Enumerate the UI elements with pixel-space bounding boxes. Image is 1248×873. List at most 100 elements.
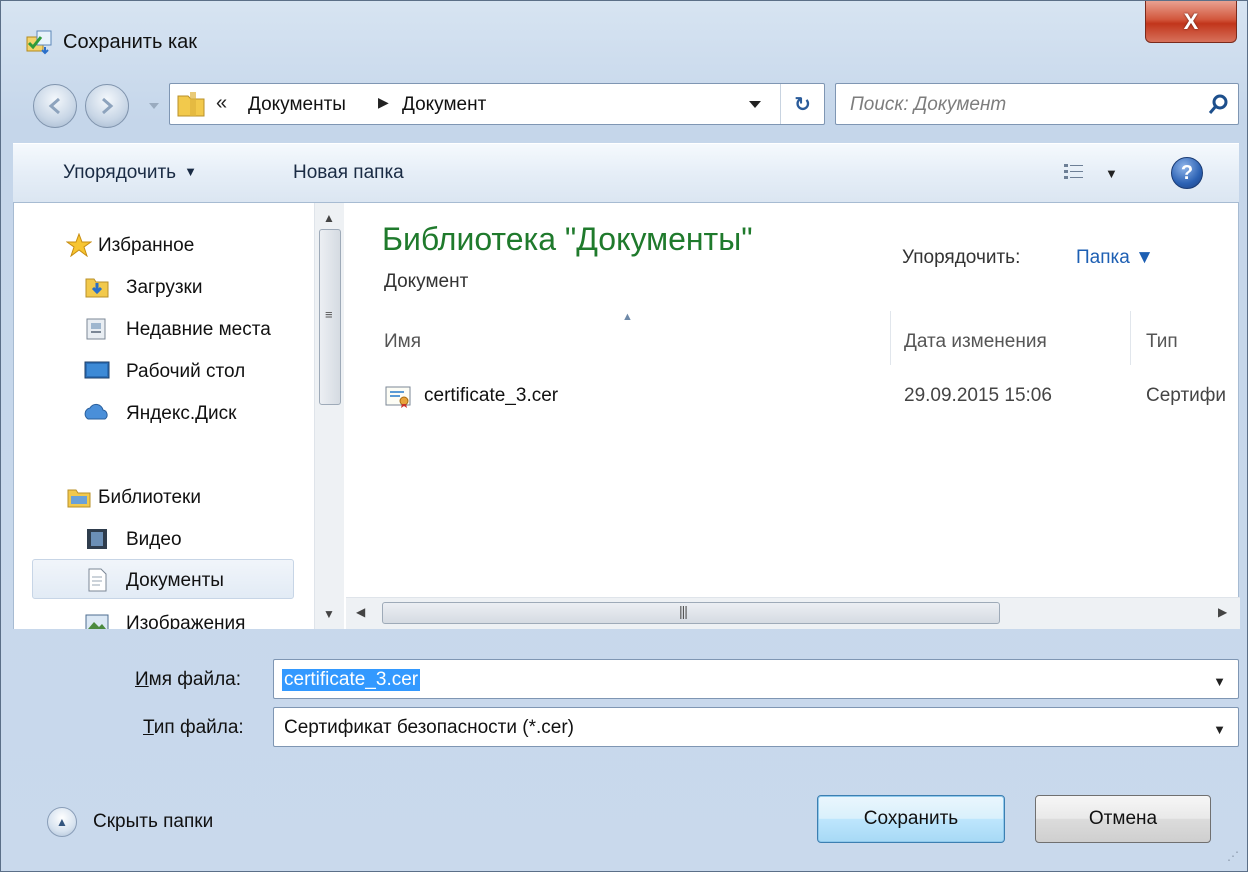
folder-icon <box>177 92 205 117</box>
grip-icon: ||| <box>679 603 688 619</box>
library-subtitle: Документ <box>384 271 469 292</box>
grip-icon: ≡ <box>325 307 333 322</box>
navigation-row: « Документы ▶ Документ ↻ Поиск: Документ <box>1 81 1247 131</box>
sidebar-item-favorites[interactable]: Избранное <box>14 225 314 265</box>
filename-dropdown-icon[interactable]: ▼ <box>1213 674 1226 689</box>
sidebar-item-libraries[interactable]: Библиотеки <box>14 477 314 517</box>
file-row[interactable]: certificate_3.cer 29.09.2015 15:06 Серти… <box>346 375 1240 415</box>
organize-menu-button[interactable]: Упорядочить ▼ <box>63 162 197 184</box>
sidebar-item-label: Яндекс.Диск <box>126 403 237 424</box>
sidebar-item-yandex-disk[interactable]: Яндекс.Диск <box>14 393 314 433</box>
filetype-select[interactable]: Сертификат безопасности (*.cer) ▼ <box>273 707 1239 747</box>
scroll-left-icon[interactable]: ◀ <box>356 605 365 619</box>
close-icon: X <box>1183 8 1199 34</box>
view-options-icon[interactable] <box>1063 162 1085 182</box>
scroll-down-icon[interactable]: ▼ <box>323 607 335 621</box>
save-button[interactable]: Сохранить <box>817 795 1005 843</box>
documents-icon <box>88 568 107 592</box>
libraries-icon <box>67 489 91 508</box>
file-date: 29.09.2015 15:06 <box>904 385 1052 406</box>
breadcrumb-separator-icon[interactable]: ▶ <box>378 94 389 111</box>
file-type: Сертифи <box>1146 385 1226 406</box>
refresh-button[interactable]: ↻ <box>780 84 824 124</box>
pictures-icon <box>85 614 109 629</box>
recent-places-icon <box>86 318 106 340</box>
resize-grip-icon[interactable]: ⋰ <box>1227 849 1239 863</box>
file-name: certificate_3.cer <box>424 385 559 406</box>
refresh-icon: ↻ <box>794 93 811 116</box>
sidebar-item-label: Рабочий стол <box>126 361 246 382</box>
sidebar-item-label: Видео <box>126 529 182 550</box>
address-dropdown-icon[interactable] <box>748 100 762 110</box>
help-button[interactable]: ? <box>1171 157 1203 189</box>
sidebar-item-video[interactable]: Видео <box>14 519 314 559</box>
sidebar-item-label: Избранное <box>98 235 195 256</box>
sort-ascending-icon: ▲ <box>622 311 633 323</box>
desktop-icon <box>84 361 110 379</box>
sidebar-item-label: Недавние места <box>126 319 271 340</box>
view-dropdown-icon[interactable]: ▼ <box>1105 166 1118 181</box>
filetype-dropdown-icon[interactable]: ▼ <box>1213 722 1226 737</box>
back-arrow-icon <box>48 97 60 115</box>
new-folder-button[interactable]: Новая папка <box>293 162 404 184</box>
recent-pages-dropdown-icon[interactable] <box>147 99 161 113</box>
forward-button[interactable] <box>85 84 129 128</box>
search-icon[interactable] <box>1208 93 1230 115</box>
cancel-button[interactable]: Отмена <box>1035 795 1211 843</box>
title-bar: Сохранить как X <box>1 1 1247 81</box>
arrange-by-dropdown[interactable]: Папка ▼ <box>1076 247 1154 269</box>
column-divider[interactable] <box>890 311 891 365</box>
forward-arrow-icon <box>102 97 114 115</box>
sidebar-item-label: Загрузки <box>126 277 203 298</box>
library-title: Библиотека "Документы" <box>382 221 753 257</box>
help-icon: ? <box>1180 161 1194 184</box>
downloads-folder-icon <box>85 278 109 298</box>
sidebar-item-label: Изображения <box>126 613 246 629</box>
filename-label: Имя файла: <box>135 669 242 690</box>
certificate-icon <box>385 386 411 408</box>
column-header-row: ▲ Имя Дата изменения Тип <box>346 311 1240 365</box>
content-area: Избранное Загрузки Недавние места Рабочи… <box>13 203 1240 629</box>
save-as-icon <box>26 30 52 55</box>
scroll-up-icon[interactable]: ▲ <box>323 211 335 225</box>
sidebar-item-desktop[interactable]: Рабочий стол <box>14 351 314 391</box>
command-bar: Упорядочить ▼ Новая папка ▼ ? <box>13 143 1239 203</box>
sidebar-item-label: Документы <box>126 570 224 591</box>
column-header-name[interactable]: Имя <box>384 331 421 353</box>
breadcrumb-document[interactable]: Документ <box>402 94 486 116</box>
breadcrumb-overflow[interactable]: « <box>216 92 227 115</box>
file-list-pane: Библиотека "Документы" Документ Упорядоч… <box>346 203 1240 629</box>
address-bar[interactable]: « Документы ▶ Документ ↻ <box>169 83 825 125</box>
scrollbar-thumb[interactable]: ||| <box>382 602 1000 624</box>
back-button[interactable] <box>33 84 77 128</box>
sidebar-item-pictures[interactable]: Изображения <box>14 603 314 629</box>
column-header-date[interactable]: Дата изменения <box>904 331 1047 353</box>
sidebar-item-recent-places[interactable]: Недавние места <box>14 309 314 349</box>
file-list-horizontal-scrollbar[interactable]: ◀ ||| ▶ <box>346 597 1240 629</box>
filetype-label: Тип файла: <box>143 717 244 738</box>
window-title: Сохранить как <box>63 31 198 53</box>
chevron-down-icon: ▼ <box>184 164 197 179</box>
navigation-vertical-scrollbar[interactable]: ▲ ≡ ▼ <box>314 203 344 629</box>
navigation-pane: Избранное Загрузки Недавние места Рабочи… <box>14 203 344 629</box>
hide-folders-label: Скрыть папки <box>93 811 214 832</box>
close-button[interactable]: X <box>1145 1 1237 43</box>
sidebar-item-downloads[interactable]: Загрузки <box>14 267 314 307</box>
scrollbar-thumb[interactable]: ≡ <box>319 229 341 405</box>
search-input[interactable]: Поиск: Документ <box>835 83 1239 125</box>
video-icon <box>87 529 107 549</box>
filename-input[interactable]: certificate_3.cer ▼ <box>273 659 1239 699</box>
sidebar-item-label: Библиотеки <box>98 487 201 508</box>
scroll-right-icon[interactable]: ▶ <box>1218 605 1227 619</box>
save-as-dialog: Сохранить как X « Документы ▶ Документ ↻ <box>0 0 1248 872</box>
organize-label: Упорядочить <box>63 162 177 183</box>
column-divider[interactable] <box>1130 311 1131 365</box>
star-icon <box>66 233 92 257</box>
filename-value: certificate_3.cer <box>282 669 421 691</box>
sidebar-item-documents[interactable]: Документы <box>32 559 294 599</box>
search-placeholder: Поиск: Документ <box>850 94 1007 115</box>
column-header-type[interactable]: Тип <box>1146 331 1178 353</box>
cloud-icon <box>84 403 108 420</box>
filetype-value: Сертификат безопасности (*.cer) <box>284 717 574 738</box>
breadcrumb-documents[interactable]: Документы <box>248 94 346 116</box>
